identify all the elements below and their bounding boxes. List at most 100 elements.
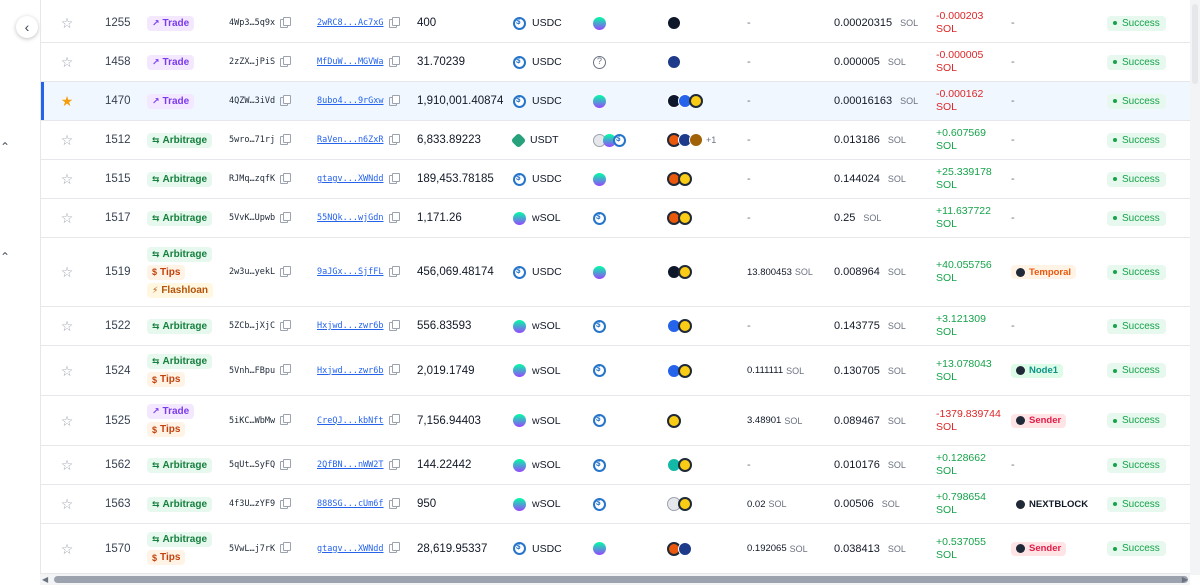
- account-text[interactable]: 8ubo4...9rGxw: [317, 96, 384, 106]
- account-link[interactable]: 2wRC8...Ac7xG: [317, 16, 400, 28]
- account-link[interactable]: 55NQk...wjGdn: [317, 211, 400, 223]
- program-gold-icon[interactable]: [678, 172, 692, 186]
- provider-badge[interactable]: NEXTBLOCK: [1011, 497, 1093, 511]
- copy-icon[interactable]: [388, 172, 400, 184]
- account-text[interactable]: RaVen...n6ZxR: [317, 135, 384, 145]
- signature[interactable]: 2w3u…yekL: [229, 265, 292, 277]
- table-row[interactable]: ☆ 1524 ⇆ Arbitrage $ Tips 5Vnh…FBpu Hxjwd...zwr…: [41, 346, 1190, 396]
- account-text[interactable]: gtagv...XWNdd: [317, 544, 384, 554]
- signature[interactable]: 4QZW…3iVd: [229, 94, 292, 106]
- table-row[interactable]: ☆ 1570 ⇆ Arbitrage $ Tips 5VwL…j7rK gtagv...XWN…: [41, 524, 1190, 574]
- account-link[interactable]: gtagv...XWNdd: [317, 542, 400, 554]
- copy-icon[interactable]: [388, 364, 400, 375]
- program-navy-icon[interactable]: [667, 55, 681, 69]
- table-row[interactable]: ★ 1470 ↗ Trade 4QZW…3iVd 8ubo4...9rGxw 1,910,0…: [41, 82, 1190, 121]
- copy-icon[interactable]: [388, 319, 400, 331]
- table-row[interactable]: ☆ 1512 ⇆ Arbitrage 5wro…71rj RaVen...n6ZxR 6,8…: [41, 121, 1190, 160]
- copy-icon[interactable]: [388, 542, 400, 553]
- copy-icon[interactable]: [388, 211, 400, 223]
- program-gold-icon[interactable]: [678, 211, 692, 225]
- star-icon[interactable]: ☆: [61, 542, 74, 556]
- signature[interactable]: 5Vnh…FBpu: [229, 364, 292, 376]
- account-link[interactable]: MfDuW...MGVWa: [317, 55, 400, 67]
- account-link[interactable]: 2QfBN...nWW2T: [317, 458, 400, 470]
- star-icon[interactable]: ☆: [61, 172, 74, 186]
- program-gold-icon[interactable]: [678, 363, 692, 378]
- copy-icon[interactable]: [388, 16, 400, 28]
- star-filled-icon[interactable]: ★: [61, 94, 74, 108]
- table-row[interactable]: ☆ 1517 ⇆ Arbitrage 5VvK…Upwb 55NQk...wjGdn 1,1…: [41, 199, 1190, 238]
- copy-icon[interactable]: [388, 458, 400, 470]
- star-icon[interactable]: ☆: [61, 497, 74, 511]
- program-gold-icon[interactable]: [678, 265, 692, 279]
- account-link[interactable]: 8ubo4...9rGxw: [317, 94, 400, 106]
- account-text[interactable]: Hxjwd...zwr6b: [317, 321, 384, 331]
- provider-badge[interactable]: Node1: [1011, 363, 1064, 378]
- copy-icon[interactable]: [280, 16, 292, 28]
- table-row[interactable]: ☆ 1562 ⇆ Arbitrage 5qUt…SyFQ 2QfBN...nWW2T 144…: [41, 446, 1190, 485]
- expand-chevron-icon[interactable]: ⌃: [0, 250, 10, 264]
- account-text[interactable]: 888SG...cUm6f: [317, 499, 384, 509]
- provider-badge[interactable]: Sender: [1011, 541, 1067, 556]
- table-row[interactable]: ☆ 1255 ↗Trade 4Wp3…5q9x 2wRC8...Ac7xG 400 USDC…: [41, 4, 1190, 43]
- program-gold-icon[interactable]: [667, 413, 681, 428]
- star-icon[interactable]: ☆: [61, 16, 74, 30]
- signature[interactable]: 5VvK…Upwb: [229, 211, 292, 223]
- copy-icon[interactable]: [280, 211, 292, 223]
- program-brown-icon[interactable]: [689, 133, 703, 147]
- copy-icon[interactable]: [280, 542, 292, 553]
- account-text[interactable]: Hxjwd...zwr6b: [317, 366, 384, 376]
- signature[interactable]: RJMq…zqfK: [229, 172, 292, 184]
- copy-icon[interactable]: [280, 172, 292, 184]
- signature[interactable]: 5wro…71rj: [229, 133, 292, 145]
- copy-icon[interactable]: [388, 497, 400, 509]
- program-dark-icon[interactable]: [667, 16, 681, 30]
- account-link[interactable]: 9aJGx...SjfFL: [317, 265, 400, 277]
- signature[interactable]: 5VwL…j7rK: [229, 542, 292, 554]
- table-row[interactable]: ☆ 1522 ⇆ Arbitrage 5ZCb…jXjC Hxjwd...zwr6b 556…: [41, 307, 1190, 346]
- signature[interactable]: 5qUt…SyFQ: [229, 458, 292, 470]
- account-link[interactable]: Hxjwd...zwr6b: [317, 319, 400, 331]
- program-gold-icon[interactable]: [678, 458, 692, 472]
- account-text[interactable]: CreQJ...kbNft: [317, 416, 384, 426]
- table-row[interactable]: ☆ 1458 ↗ Trade 2zZX…jPiS MfDuW...MGVWa 31.7023…: [41, 43, 1190, 82]
- copy-icon[interactable]: [280, 94, 292, 106]
- table-row[interactable]: ☆ 1525 ↗ Trade $ Tips 5iKC…WbMw CreQJ...kbNft 7,…: [41, 396, 1190, 446]
- program-gold-icon[interactable]: [678, 497, 692, 511]
- copy-icon[interactable]: [280, 458, 292, 470]
- program-gold-icon[interactable]: [678, 319, 692, 333]
- account-text[interactable]: 2QfBN...nWW2T: [317, 460, 384, 470]
- star-icon[interactable]: ☆: [61, 211, 74, 225]
- copy-icon[interactable]: [280, 265, 292, 277]
- copy-icon[interactable]: [388, 414, 400, 425]
- account-text[interactable]: gtagv...XWNdd: [317, 174, 384, 184]
- copy-icon[interactable]: [280, 133, 292, 145]
- horizontal-scrollbar[interactable]: ◀ ▶: [40, 574, 1190, 585]
- signature[interactable]: 2zZX…jPiS: [229, 55, 292, 67]
- copy-icon[interactable]: [280, 497, 292, 509]
- account-text[interactable]: 55NQk...wjGdn: [317, 213, 384, 223]
- scroll-left-icon[interactable]: ◀: [42, 575, 48, 584]
- star-icon[interactable]: ☆: [61, 133, 74, 147]
- table-row[interactable]: ☆ 1563 ⇆ Arbitrage 4f3U…zYF9 888SG...cUm6f 950…: [41, 485, 1190, 524]
- signature[interactable]: 4f3U…zYF9: [229, 497, 292, 509]
- account-text[interactable]: 9aJGx...SjfFL: [317, 267, 384, 277]
- vertical-scrollbar[interactable]: [1190, 0, 1200, 575]
- copy-icon[interactable]: [388, 94, 400, 106]
- copy-icon[interactable]: [388, 55, 400, 67]
- signature[interactable]: 4Wp3…5q9x: [229, 16, 292, 28]
- provider-badge[interactable]: Sender: [1011, 413, 1067, 428]
- account-link[interactable]: RaVen...n6ZxR: [317, 133, 400, 145]
- account-text[interactable]: MfDuW...MGVWa: [317, 57, 384, 67]
- vertical-scrollbar-thumb[interactable]: [1192, 4, 1198, 84]
- account-link[interactable]: gtagv...XWNdd: [317, 172, 400, 184]
- program-gold-icon[interactable]: [689, 94, 703, 108]
- copy-icon[interactable]: [280, 364, 292, 375]
- program-navy-icon[interactable]: [678, 541, 692, 556]
- signature[interactable]: 5iKC…WbMw: [229, 414, 292, 426]
- signature[interactable]: 5ZCb…jXjC: [229, 319, 292, 331]
- scroll-right-icon[interactable]: ▶: [1182, 575, 1188, 584]
- table-row[interactable]: ☆ 1515 ⇆ Arbitrage RJMq…zqfK gtagv...XWNdd 189…: [41, 160, 1190, 199]
- account-link[interactable]: CreQJ...kbNft: [317, 414, 400, 426]
- horizontal-scrollbar-thumb[interactable]: [54, 576, 1188, 583]
